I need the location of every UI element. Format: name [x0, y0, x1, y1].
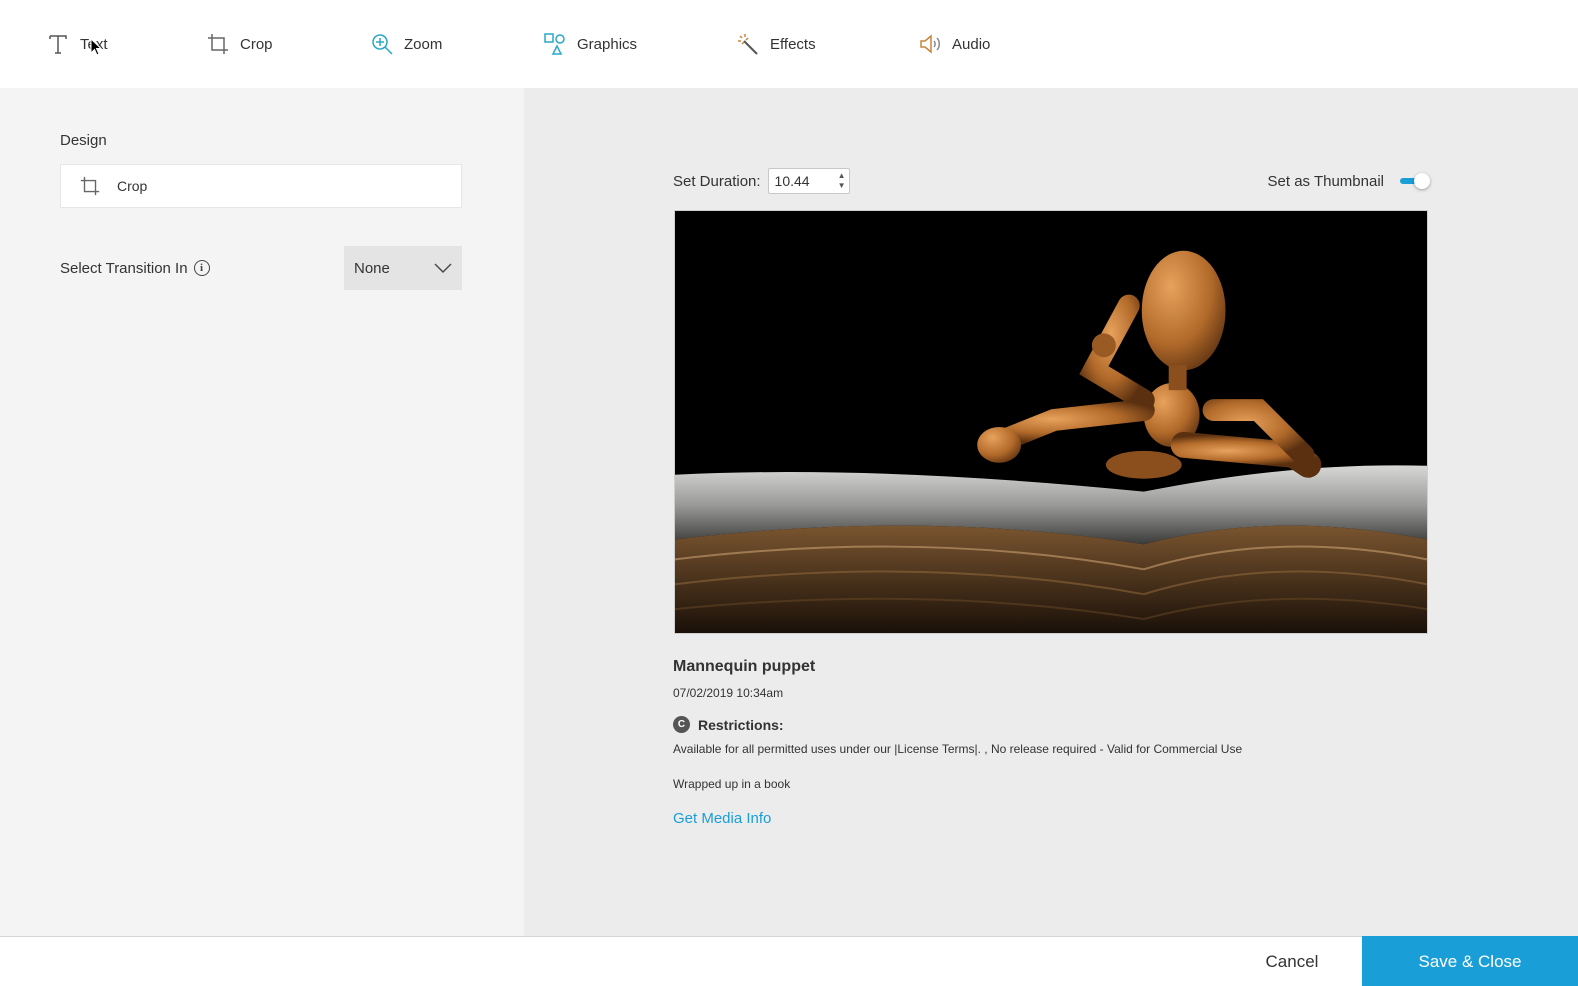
cancel-button[interactable]: Cancel — [1222, 937, 1362, 986]
transition-label: Select Transition In — [60, 259, 188, 277]
editor-toolbar: Text Crop Zoom Graphics Effects Audio — [0, 0, 1578, 88]
transition-select-value: None — [354, 259, 390, 277]
media-caption: Wrapped up in a book — [673, 777, 791, 791]
tool-graphics[interactable]: Graphics — [543, 30, 637, 58]
media-title: Mannequin puppet — [673, 658, 816, 675]
graphics-icon — [543, 32, 567, 56]
duration-row: Set Duration: 10.44 ▲ ▼ — [673, 168, 850, 194]
media-date: 07/02/2019 10:34am — [673, 686, 784, 700]
audio-icon — [918, 32, 942, 56]
mannequin-book-image — [675, 211, 1427, 633]
duration-input[interactable]: 10.44 ▲ ▼ — [767, 168, 850, 194]
restrictions-label: Restrictions: — [698, 716, 784, 733]
media-preview — [674, 210, 1428, 634]
tool-zoom[interactable]: Zoom — [370, 30, 442, 58]
dialog-footer: Cancel Save & Close — [0, 936, 1578, 986]
thumbnail-row: Set as Thumbnail — [1267, 168, 1430, 194]
transition-row: Select Transition In i None — [60, 246, 462, 290]
design-crop-item[interactable]: Crop — [60, 164, 462, 208]
save-close-button[interactable]: Save & Close — [1362, 936, 1578, 986]
settings-panel: Design Crop Select Transition In i None — [0, 88, 524, 936]
crop-icon — [79, 175, 101, 197]
tool-audio-label: Audio — [952, 35, 991, 53]
tool-crop-label: Crop — [240, 35, 273, 53]
mouse-cursor-icon — [90, 38, 102, 56]
duration-spinner[interactable]: ▲ ▼ — [838, 171, 846, 191]
preview-panel: Set Duration: 10.44 ▲ ▼ Set as Thumbnail — [524, 88, 1578, 936]
transition-select[interactable]: None — [344, 246, 462, 290]
get-media-info-link[interactable]: Get Media Info — [673, 810, 771, 827]
info-icon[interactable]: i — [193, 260, 210, 276]
text-icon — [46, 32, 70, 56]
design-crop-label: Crop — [117, 178, 148, 194]
design-heading: Design — [60, 132, 107, 149]
tool-audio[interactable]: Audio — [918, 30, 990, 58]
duration-label: Set Duration: — [673, 172, 761, 190]
transition-label-group: Select Transition In i — [60, 260, 210, 277]
toggle-knob — [1414, 173, 1430, 189]
tool-crop[interactable]: Crop — [206, 30, 273, 58]
tool-zoom-label: Zoom — [404, 35, 443, 53]
effects-icon — [736, 32, 760, 56]
zoom-icon — [370, 32, 394, 56]
spinner-down-icon[interactable]: ▼ — [838, 181, 846, 191]
crop-icon — [206, 32, 230, 56]
thumbnail-toggle[interactable] — [1400, 173, 1430, 189]
restrictions-row: C Restrictions: — [673, 716, 784, 733]
spinner-up-icon[interactable]: ▲ — [838, 171, 846, 181]
duration-value: 10.44 — [774, 173, 810, 189]
tool-effects[interactable]: Effects — [736, 30, 816, 58]
thumbnail-label: Set as Thumbnail — [1267, 172, 1384, 190]
restrictions-text: Available for all permitted uses under o… — [673, 742, 1243, 756]
tool-graphics-label: Graphics — [577, 35, 638, 53]
tool-effects-label: Effects — [770, 35, 816, 53]
chevron-down-icon — [433, 258, 453, 282]
copyright-icon: C — [673, 716, 690, 733]
